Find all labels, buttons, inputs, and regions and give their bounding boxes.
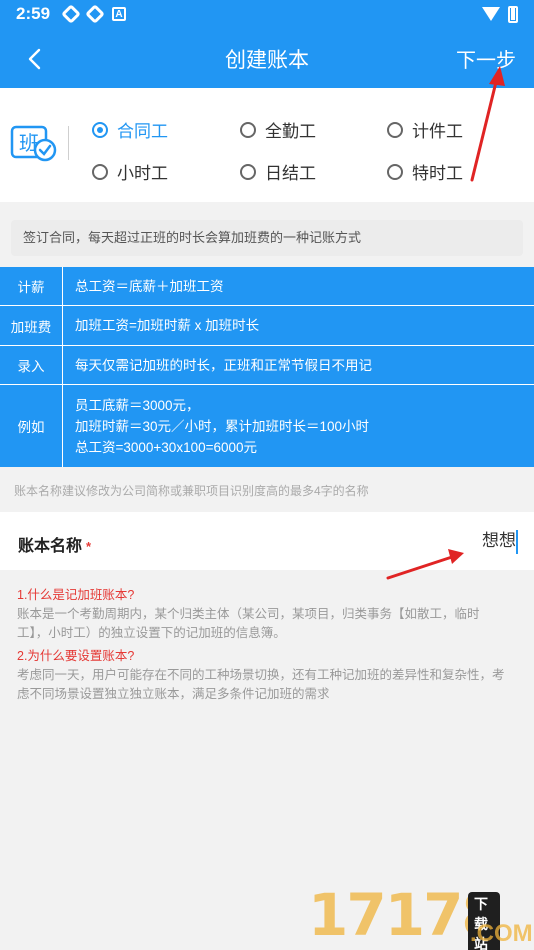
watermark-suffix: .COM	[470, 920, 533, 947]
annotation-arrow-input	[386, 549, 464, 580]
annotation-arrows	[386, 66, 505, 580]
annotation-arrow-next	[470, 66, 505, 182]
site-watermark-logo: 17178 下载站 .COM	[308, 886, 533, 950]
